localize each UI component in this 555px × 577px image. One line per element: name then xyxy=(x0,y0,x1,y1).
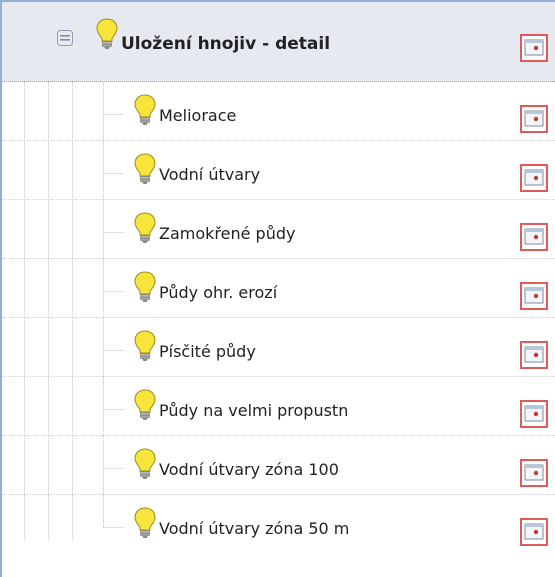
tree-node-label: Půdy na velmi propustn xyxy=(159,401,349,420)
map-layer-icon[interactable] xyxy=(520,223,548,251)
tree-guide-line xyxy=(72,318,73,377)
tree-guide-line xyxy=(72,141,73,200)
map-layer-icon[interactable] xyxy=(520,518,548,546)
tree-node-child[interactable]: Meliorace xyxy=(2,82,555,141)
tree-guide-line xyxy=(48,200,49,259)
map-layer-icon[interactable] xyxy=(520,282,548,310)
tree-connector-line xyxy=(103,468,123,469)
map-layer-icon[interactable] xyxy=(520,34,548,62)
tree-node-child[interactable]: Vodní útvary zóna 50 m xyxy=(2,495,555,554)
tree-guide-line xyxy=(48,318,49,377)
tree-guide-line xyxy=(24,495,25,540)
map-layer-icon[interactable] xyxy=(520,459,548,487)
tree-guide-line xyxy=(72,200,73,259)
tree-connector-line xyxy=(103,259,104,318)
layer-tree: Uložení hnojiv - detail Meliorace Vodní ú… xyxy=(0,0,555,577)
map-layer-icon[interactable] xyxy=(520,164,548,192)
tree-connector-line xyxy=(103,141,104,200)
tree-guide-line xyxy=(24,318,25,377)
tree-node-label: Vodní útvary zóna 50 m xyxy=(159,519,350,538)
tree-guide-line xyxy=(48,141,49,200)
tree-node-child[interactable]: Vodní útvary zóna 100 xyxy=(2,436,555,495)
lightbulb-icon xyxy=(134,507,156,538)
tree-connector-line xyxy=(103,173,123,174)
tree-node-child[interactable]: Zamokřené půdy xyxy=(2,200,555,259)
tree-connector-line xyxy=(103,350,123,351)
tree-guide-line xyxy=(48,436,49,495)
tree-guide-line xyxy=(48,259,49,318)
tree-guide-line xyxy=(72,377,73,436)
tree-node-label: Vodní útvary zóna 100 xyxy=(159,460,339,479)
tree-connector-line xyxy=(103,114,123,115)
tree-connector-line xyxy=(103,436,104,495)
collapse-icon[interactable] xyxy=(57,30,73,46)
map-layer-icon[interactable] xyxy=(520,341,548,369)
tree-guide-line xyxy=(72,82,73,141)
tree-connector-line xyxy=(103,527,123,528)
lightbulb-icon xyxy=(134,212,156,243)
tree-connector-line xyxy=(103,291,123,292)
map-layer-icon[interactable] xyxy=(520,400,548,428)
tree-guide-line xyxy=(72,436,73,495)
lightbulb-icon xyxy=(134,153,156,184)
tree-connector-line xyxy=(103,495,104,527)
tree-guide-line xyxy=(48,82,49,141)
tree-connector-line xyxy=(103,409,123,410)
tree-node-label: Písčité půdy xyxy=(159,342,256,361)
tree-guide-line xyxy=(24,259,25,318)
tree-guide-line xyxy=(48,377,49,436)
tree-guide-line xyxy=(24,377,25,436)
tree-node-parent-label: Uložení hnojiv - detail xyxy=(121,34,331,54)
tree-connector-line xyxy=(103,232,123,233)
lightbulb-icon xyxy=(134,389,156,420)
map-layer-icon[interactable] xyxy=(520,105,548,133)
lightbulb-icon xyxy=(96,18,118,49)
tree-connector-line xyxy=(103,82,104,141)
tree-node-child[interactable]: Písčité půdy xyxy=(2,318,555,377)
tree-node-label: Půdy ohr. erozí xyxy=(159,283,278,302)
tree-connector-line xyxy=(103,200,104,259)
tree-connector-line xyxy=(103,318,104,377)
tree-guide-line xyxy=(24,200,25,259)
lightbulb-icon xyxy=(134,330,156,361)
lightbulb-icon xyxy=(134,271,156,302)
tree-node-label: Meliorace xyxy=(159,106,237,125)
tree-node-child[interactable]: Půdy na velmi propustn xyxy=(2,377,555,436)
lightbulb-icon xyxy=(134,448,156,479)
tree-guide-line xyxy=(24,436,25,495)
tree-guide-line xyxy=(24,141,25,200)
tree-node-child[interactable]: Vodní útvary xyxy=(2,141,555,200)
lightbulb-icon xyxy=(134,94,156,125)
tree-guide-line xyxy=(48,495,49,540)
tree-connector-line xyxy=(103,377,104,436)
tree-guide-line xyxy=(72,259,73,318)
tree-node-child[interactable]: Půdy ohr. erozí xyxy=(2,259,555,318)
tree-node-label: Vodní útvary xyxy=(159,165,261,184)
tree-node-parent[interactable]: Uložení hnojiv - detail xyxy=(2,2,555,82)
tree-guide-line xyxy=(24,82,25,141)
tree-node-label: Zamokřené půdy xyxy=(159,224,296,243)
tree-guide-line xyxy=(72,495,73,540)
